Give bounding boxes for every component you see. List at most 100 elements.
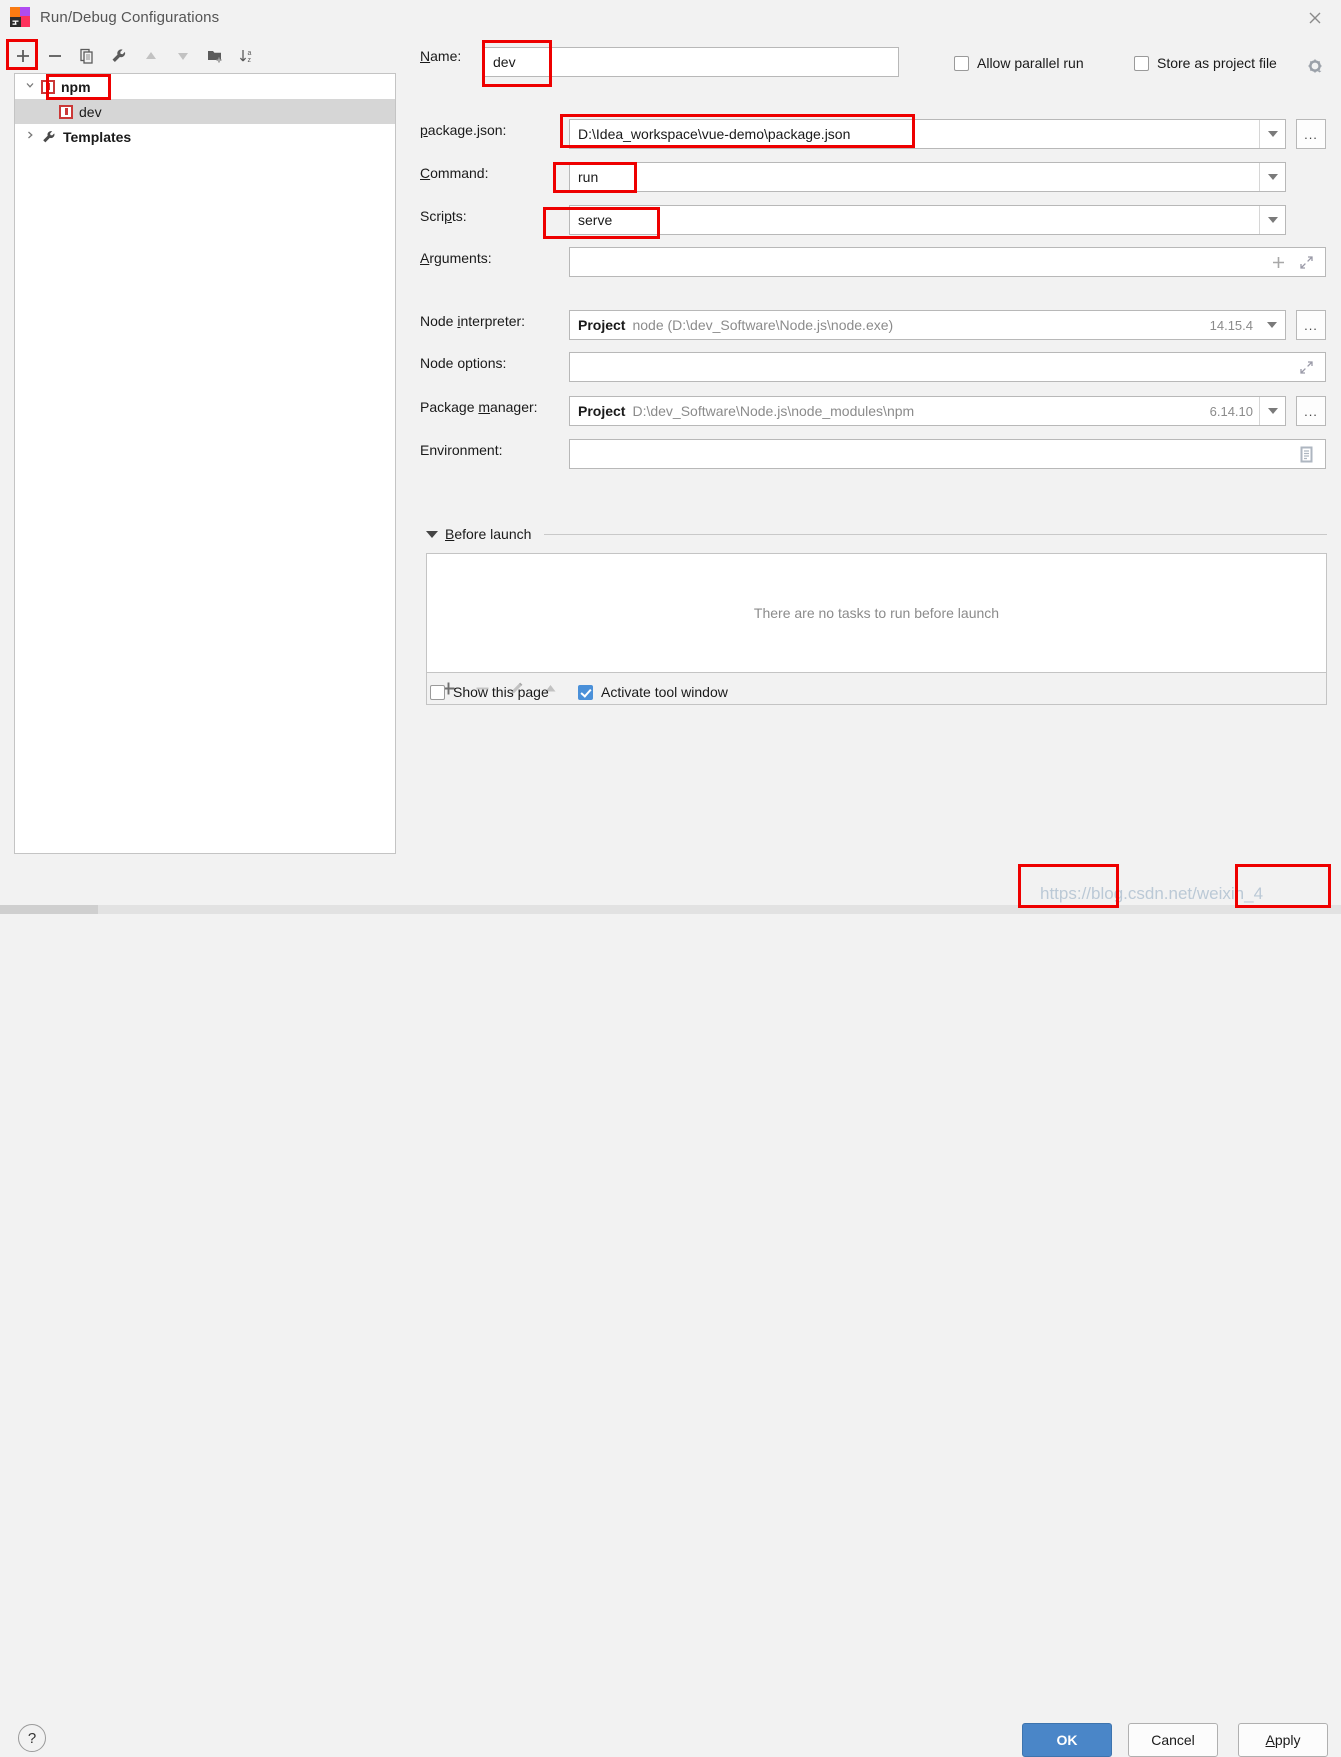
package-manager-value-wrap: Project D:\dev_Software\Node.js\node_mod…	[570, 403, 1210, 419]
before-launch-empty-text: There are no tasks to run before launch	[753, 605, 1000, 621]
gear-dropdown-icon[interactable]	[1307, 58, 1325, 79]
edit-templates-button[interactable]	[104, 42, 134, 70]
help-button[interactable]: ?	[18, 1724, 46, 1752]
environment-input[interactable]	[569, 439, 1326, 469]
chevron-down-icon[interactable]	[1259, 120, 1285, 148]
node-options-label: Node options:	[420, 355, 507, 371]
intellij-idea-logo	[10, 7, 30, 27]
scripts-value: serve	[578, 212, 613, 228]
scripts-label: Scripts:	[420, 208, 467, 224]
tree-node-label: npm	[61, 78, 91, 95]
package-manager-path: D:\dev_Software\Node.js\node_modules\npm	[632, 403, 915, 419]
move-up-button[interactable]	[136, 42, 166, 70]
tree-node-dev[interactable]: dev	[15, 99, 395, 124]
node-interpreter-combo[interactable]: Project node (D:\dev_Software\Node.js\no…	[569, 310, 1286, 340]
arguments-input[interactable]	[569, 247, 1326, 277]
node-interpreter-row: Node interpreter:	[420, 313, 525, 329]
before-launch-header[interactable]: Before launch	[426, 526, 1327, 542]
tree-node-npm[interactable]: npm	[15, 74, 395, 99]
activate-tool-window-checkbox[interactable]: Activate tool window	[578, 684, 728, 700]
chevron-down-icon[interactable]	[426, 530, 438, 538]
activate-tool-window-label: Activate tool window	[601, 684, 728, 700]
expand-node-options-icon[interactable]	[1295, 356, 1317, 378]
plus-icon	[17, 50, 29, 62]
package-json-browse-button[interactable]: ...	[1296, 119, 1326, 149]
sort-alphabetically-button[interactable]: a z	[232, 42, 262, 70]
node-interpreter-browse-button[interactable]: ...	[1296, 310, 1326, 340]
new-folder-button[interactable]	[200, 42, 230, 70]
move-down-button[interactable]	[168, 42, 198, 70]
separator-line	[544, 533, 1327, 535]
configuration-form: Name: dev Allow parallel run Store as pr…	[412, 34, 1341, 854]
copy-icon	[80, 48, 93, 64]
checkbox-box	[1134, 55, 1149, 71]
package-manager-browse-button[interactable]: ...	[1296, 396, 1326, 426]
browse-label: ...	[1304, 403, 1318, 419]
allow-parallel-run-label: Allow parallel run	[977, 55, 1084, 71]
command-value: run	[578, 169, 599, 185]
name-input[interactable]: dev	[484, 47, 899, 77]
configurations-tree[interactable]: npm dev Templates	[14, 73, 396, 854]
title-bar: Run/Debug Configurations	[0, 0, 1341, 34]
apply-button[interactable]: Apply	[1238, 1723, 1328, 1757]
node-interpreter-scope: Project	[578, 317, 626, 333]
scripts-combo[interactable]: serve	[569, 205, 1286, 235]
browse-label: ...	[1304, 317, 1318, 333]
name-label: Name:	[420, 48, 462, 64]
package-json-value: D:\Idea_workspace\vue-demo\package.json	[578, 126, 851, 142]
plus-glyph	[1272, 256, 1284, 268]
environment-row: Environment:	[420, 442, 502, 458]
chevron-down-icon[interactable]	[1259, 397, 1285, 425]
cancel-button[interactable]: Cancel	[1128, 1723, 1218, 1757]
expand-glyph	[1299, 360, 1313, 374]
window-title: Run/Debug Configurations	[40, 8, 220, 26]
node-interpreter-label: Node interpreter:	[420, 313, 526, 329]
command-combo[interactable]: run	[569, 162, 1286, 192]
chevron-down-icon[interactable]	[1259, 163, 1285, 191]
package-manager-scope: Project	[578, 403, 626, 419]
store-as-project-file-checkbox[interactable]: Store as project file	[1134, 55, 1277, 71]
remove-configuration-button[interactable]	[40, 42, 70, 70]
add-configuration-button[interactable]	[8, 42, 38, 70]
npm-icon	[41, 79, 55, 94]
store-as-project-file-label: Store as project file	[1157, 55, 1277, 71]
environment-variables-icon[interactable]	[1295, 443, 1317, 465]
show-this-page-checkbox[interactable]: Show this page	[430, 684, 549, 700]
wrench-icon	[41, 129, 57, 145]
chevron-right-icon[interactable]	[19, 130, 41, 143]
sort-az-icon: a z	[239, 50, 252, 64]
arrow-up-icon	[146, 52, 156, 59]
copy-configuration-button[interactable]	[72, 42, 102, 70]
allow-parallel-run-checkbox[interactable]: Allow parallel run	[954, 55, 1084, 71]
close-glyph	[1309, 12, 1321, 24]
before-launch-task-list[interactable]: There are no tasks to run before launch	[426, 553, 1327, 673]
chevron-down-icon[interactable]	[1259, 311, 1285, 339]
expand-arguments-icon[interactable]	[1295, 251, 1317, 273]
package-json-combo[interactable]: D:\Idea_workspace\vue-demo\package.json	[569, 119, 1286, 149]
wrench-glyph	[43, 130, 55, 142]
browse-label: ...	[1304, 126, 1318, 142]
checkbox-box	[578, 684, 593, 700]
ok-button[interactable]: OK	[1022, 1723, 1112, 1757]
node-options-row: Node options:	[420, 355, 506, 371]
status-bar	[0, 905, 1341, 914]
tree-toolbar: a z	[8, 40, 298, 72]
expand-glyph	[1299, 255, 1313, 269]
node-interpreter-version: 14.15.4	[1209, 317, 1253, 333]
before-launch-toolbar	[426, 673, 1327, 705]
chevron-right-glyph	[28, 131, 33, 139]
node-options-input[interactable]	[569, 352, 1326, 382]
chevron-down-icon[interactable]	[19, 80, 41, 93]
add-argument-icon[interactable]	[1267, 251, 1289, 273]
close-icon[interactable]	[1303, 6, 1327, 30]
package-manager-combo[interactable]: Project D:\dev_Software\Node.js\node_mod…	[569, 396, 1286, 426]
ok-label: OK	[1056, 1732, 1078, 1748]
chevron-down-icon[interactable]	[1259, 206, 1285, 234]
package-json-label: package.json:	[420, 122, 507, 138]
package-json-row: package.json:	[420, 122, 506, 138]
wrench-icon	[112, 49, 126, 62]
tree-node-templates[interactable]: Templates	[15, 124, 395, 149]
package-manager-label: Package manager:	[420, 399, 538, 415]
show-this-page-label: Show this page	[453, 684, 549, 700]
svg-text:a: a	[248, 50, 252, 57]
